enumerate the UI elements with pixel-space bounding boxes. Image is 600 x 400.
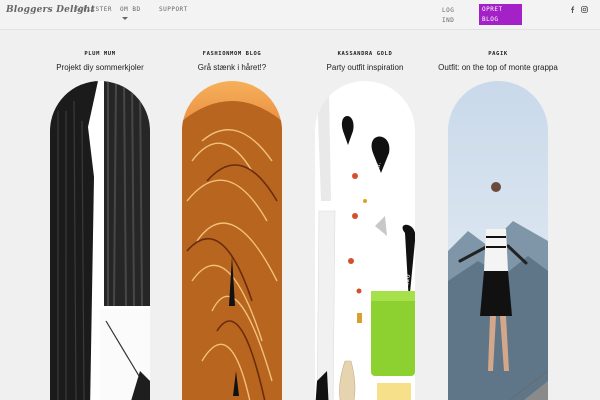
nav-link-support[interactable]: SUPPORT xyxy=(159,6,188,13)
post-card[interactable]: FASHIONMOM BLOG Grå stænk i håret!? xyxy=(166,30,298,400)
post-card[interactable]: PLUM MUM Projekt diy sommerkjoler xyxy=(34,30,166,400)
post-card[interactable]: PAGIK Outfit: on the top of monte grappa xyxy=(432,30,564,400)
nav-link-om-bd[interactable]: OM BD xyxy=(120,6,141,13)
post-author[interactable]: KASSANDRA GOLD xyxy=(299,51,431,57)
facebook-icon[interactable] xyxy=(569,6,576,13)
post-image-mountain[interactable] xyxy=(448,81,548,400)
post-image-hair[interactable] xyxy=(182,81,282,400)
post-author[interactable]: FASHIONMOM BLOG xyxy=(166,51,298,57)
post-image-outfit-collage[interactable]: 149,- 119 kr. 220 xyxy=(315,81,415,400)
chevron-down-icon[interactable] xyxy=(122,17,128,20)
post-author[interactable]: PLUM MUM xyxy=(34,51,166,57)
top-navigation-bar: Bloggers Delight TOPLISTER OM BD SUPPORT… xyxy=(0,0,600,30)
create-blog-button[interactable]: OPRET BLOG xyxy=(479,4,522,25)
post-author[interactable]: PAGIK xyxy=(432,51,564,57)
post-card[interactable]: KASSANDRA GOLD Party outfit inspiration … xyxy=(299,30,431,400)
login-link[interactable]: LOG IND xyxy=(442,6,466,26)
post-image-dress[interactable] xyxy=(50,81,150,400)
nav-link-toplister[interactable]: TOPLISTER xyxy=(75,6,112,13)
instagram-icon[interactable] xyxy=(581,6,588,13)
post-title[interactable]: Outfit: on the top of monte grappa xyxy=(412,63,584,72)
